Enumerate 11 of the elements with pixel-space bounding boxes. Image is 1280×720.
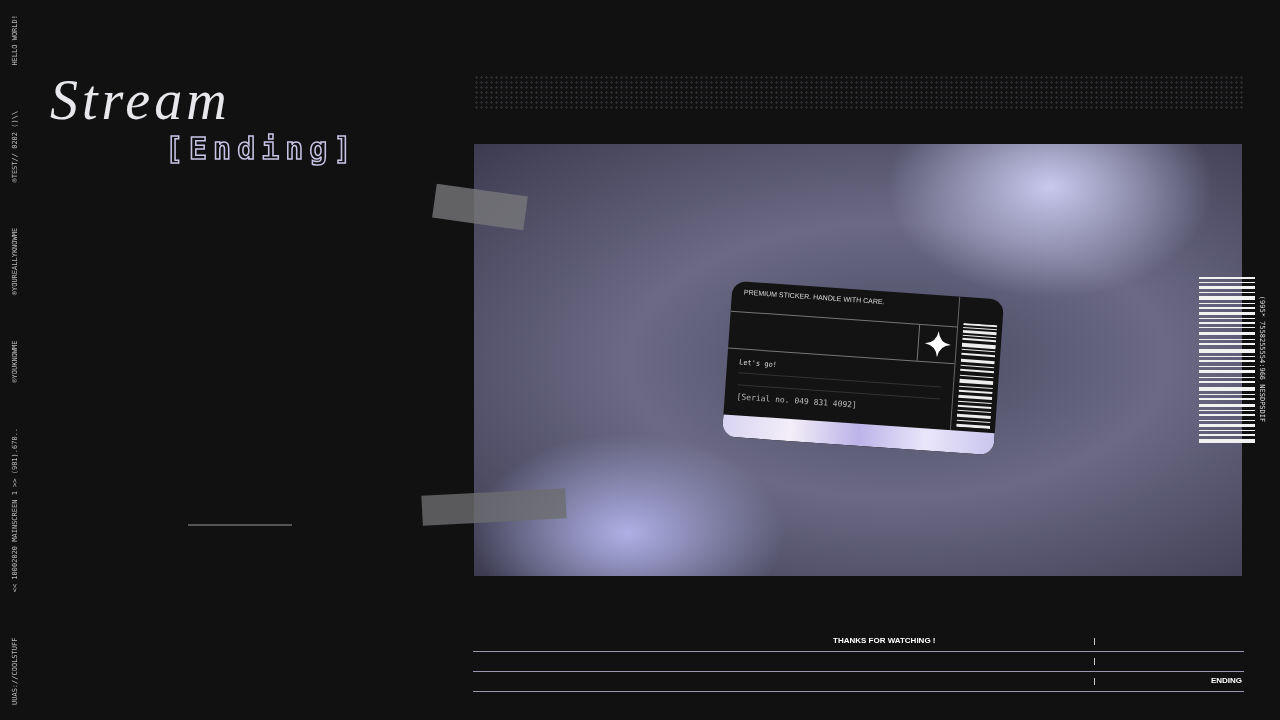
barcode-icon bbox=[956, 322, 998, 429]
footer-text: THANKS FOR WATCHING ! bbox=[833, 635, 936, 647]
footer-text: ENDING bbox=[1210, 675, 1242, 687]
serial-number: [Serial no. 049 831 4092] bbox=[736, 390, 859, 412]
sparkle-icon bbox=[923, 330, 952, 358]
script-title: Stream bbox=[50, 72, 231, 128]
divider-tick bbox=[1094, 638, 1095, 645]
divider-tick bbox=[1094, 658, 1095, 665]
title-heading: [Ending] bbox=[165, 134, 358, 164]
barcode-icon bbox=[1199, 277, 1255, 443]
divider-tick bbox=[1094, 678, 1095, 685]
